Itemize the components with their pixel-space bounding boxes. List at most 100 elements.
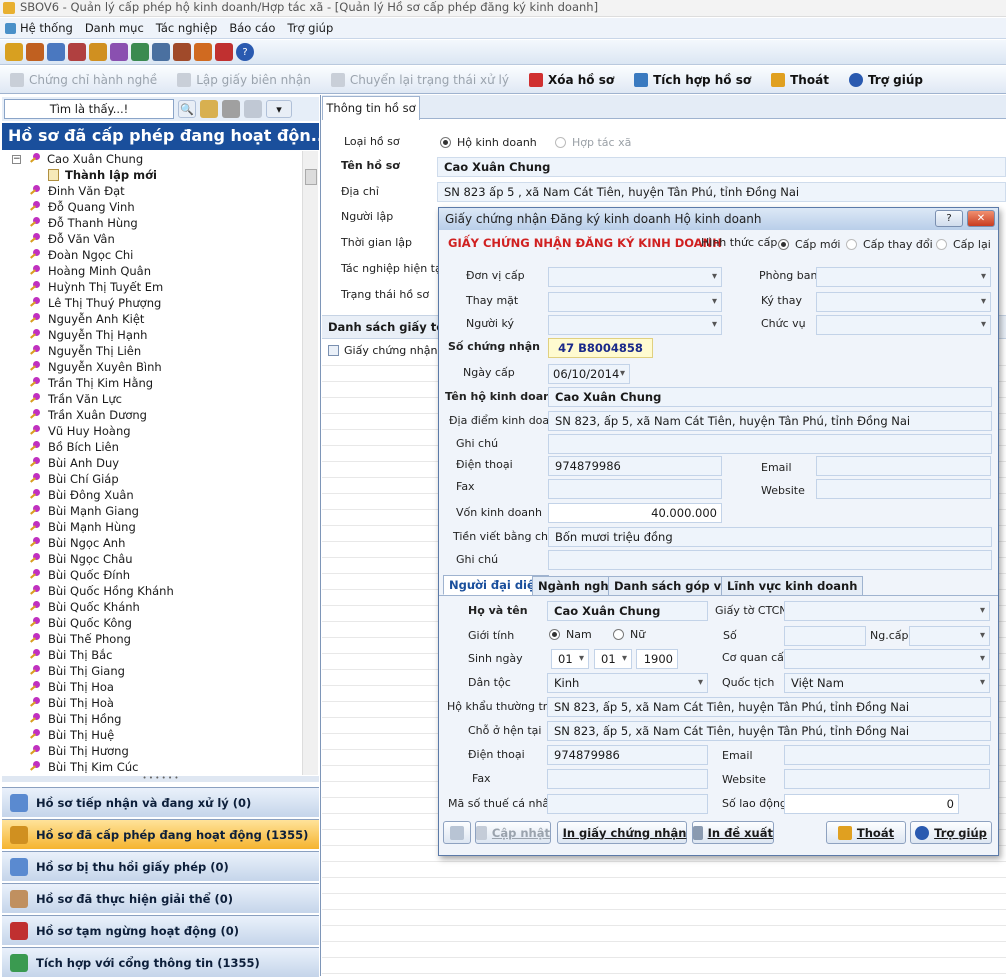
opt-hop-tac-xa[interactable]: Hợp tác xã: [555, 136, 631, 149]
list-icon[interactable]: [244, 100, 262, 118]
don-vi-cap-select[interactable]: [548, 267, 722, 287]
nav-da-cap-phep[interactable]: Hồ sơ đã cấp phép đang hoạt động (1355): [2, 819, 319, 849]
in-de-xuat-button[interactable]: In đề xuất: [692, 821, 774, 844]
ho-ten-field[interactable]: Cao Xuân Chung: [547, 601, 708, 621]
chuyen-lai-button[interactable]: Chuyển lại trạng thái xử lý: [321, 68, 519, 92]
toolbar-icon-9[interactable]: [173, 43, 191, 61]
menu-tac-nghiep[interactable]: Tác nghiệp: [150, 21, 224, 35]
rep-fax-field[interactable]: [547, 769, 708, 789]
dia-chi-field[interactable]: SN 823 ấp 5 , xã Nam Cát Tiên, huyện Tân…: [437, 182, 1006, 202]
tree-item[interactable]: Bùi Ngọc Châu: [2, 551, 304, 567]
website-field[interactable]: [816, 479, 991, 499]
chuc-vu-select[interactable]: [816, 315, 991, 335]
dialog-tro-giup-button[interactable]: Trợ giúp: [910, 821, 992, 844]
toolbar-icon-7[interactable]: [131, 43, 149, 61]
tree-item[interactable]: Bùi Thị Hồng: [2, 711, 304, 727]
email-field[interactable]: [816, 456, 991, 476]
tree-item[interactable]: Bùi Thị Hoa: [2, 679, 304, 695]
quoc-tich-select[interactable]: Việt Nam: [784, 673, 990, 693]
menu-tro-giup[interactable]: Trợ giúp: [281, 21, 339, 35]
nav-tich-hop[interactable]: Tích hợp với cổng thông tin (1355): [2, 947, 319, 977]
tree-item[interactable]: Bùi Thị Hoà: [2, 695, 304, 711]
toolbar-icon-6[interactable]: [110, 43, 128, 61]
tree-item[interactable]: Bùi Đông Xuân: [2, 487, 304, 503]
tree-item[interactable]: Lê Thị Thuý Phượng: [2, 295, 304, 311]
opt-cap-lai[interactable]: Cấp lại: [936, 238, 991, 251]
tro-giup-button[interactable]: Trợ giúp: [839, 68, 933, 92]
tree-child-node[interactable]: Thành lập mới: [2, 167, 304, 183]
tree-item[interactable]: Trần Thị Kim Hằng: [2, 375, 304, 391]
tree-item[interactable]: Đinh Văn Đạt: [2, 183, 304, 199]
toolbar-icon-4[interactable]: [68, 43, 86, 61]
nav-thu-hoi[interactable]: Hồ sơ bị thu hồi giấy phép (0): [2, 851, 319, 881]
opt-nam[interactable]: Nam: [549, 628, 592, 641]
dialog-close-icon[interactable]: ✕: [967, 210, 995, 227]
tree-root-node[interactable]: − Cao Xuân Chung: [2, 151, 304, 167]
ho-khau-field[interactable]: SN 823, ấp 5, xã Nam Cát Tiên, huyện Tân…: [547, 697, 991, 717]
nguoi-ky-select[interactable]: [548, 315, 722, 335]
tree-item[interactable]: Trần Văn Lực: [2, 391, 304, 407]
tien-bang-chu-field[interactable]: Bốn mươi triệu đồng: [548, 527, 992, 547]
toolbar-icon-8[interactable]: [152, 43, 170, 61]
birth-month-select[interactable]: 01: [594, 649, 632, 669]
toolbar-icon-1[interactable]: [5, 43, 23, 61]
lap-giay-button[interactable]: Lập giấy biên nhận: [167, 68, 321, 92]
ghi-chu-field[interactable]: [548, 434, 992, 454]
ng-cap-picker[interactable]: [909, 626, 990, 646]
co-quan-cap-select[interactable]: [784, 649, 990, 669]
tree-item[interactable]: Đoàn Ngọc Chi: [2, 247, 304, 263]
rep-website-field[interactable]: [784, 769, 990, 789]
ky-thay-select[interactable]: [816, 292, 991, 312]
dialog-thoat-button[interactable]: Thoát: [826, 821, 906, 844]
so-chung-nhan-field[interactable]: 47 B8004858: [548, 338, 653, 358]
birth-year-field[interactable]: 1900: [636, 649, 678, 669]
tree-item[interactable]: Bùi Chí Giáp: [2, 471, 304, 487]
user-icon[interactable]: [200, 100, 218, 118]
help-icon[interactable]: ?: [236, 43, 254, 61]
tree-item[interactable]: Nguyễn Thị Liên: [2, 343, 304, 359]
tree-item[interactable]: Huỳnh Thị Tuyết Em: [2, 279, 304, 295]
toolbar-icon-3[interactable]: [47, 43, 65, 61]
mst-field[interactable]: [547, 794, 708, 814]
dien-thoai-field[interactable]: 974879986: [548, 456, 722, 476]
cap-nhat-button[interactable]: Cập nhật: [475, 821, 551, 844]
tree-item[interactable]: Bồ Bích Liên: [2, 439, 304, 455]
tree-scrollbar[interactable]: [302, 151, 318, 775]
tree-item[interactable]: Bùi Thị Kim Cúc: [2, 759, 304, 775]
ten-ho-so-field[interactable]: Cao Xuân Chung: [437, 157, 1006, 177]
search-icon[interactable]: 🔍: [178, 100, 196, 118]
von-kinh-doanh-field[interactable]: 40.000.000: [548, 503, 722, 523]
id-card-icon[interactable]: [222, 100, 240, 118]
giay-to-select[interactable]: [784, 601, 990, 621]
tree-item[interactable]: Đỗ Thanh Hùng: [2, 215, 304, 231]
tree-item[interactable]: Hoàng Minh Quân: [2, 263, 304, 279]
nav-giai-the[interactable]: Hồ sơ đã thực hiện giải thể (0): [2, 883, 319, 913]
tree-item[interactable]: Nguyễn Thị Hạnh: [2, 327, 304, 343]
chung-chi-button[interactable]: Chứng chỉ hành nghề: [0, 68, 167, 92]
nav-tiep-nhan[interactable]: Hồ sơ tiếp nhận và đang xử lý (0): [2, 787, 319, 817]
in-gcn-button[interactable]: In giấy chứng nhận: [557, 821, 687, 844]
tich-hop-button[interactable]: Tích hợp hồ sơ: [624, 68, 761, 92]
nav-tam-ngung[interactable]: Hồ sơ tạm ngừng hoạt động (0): [2, 915, 319, 945]
tree-item[interactable]: Bùi Thị Hương: [2, 743, 304, 759]
menu-danh-muc[interactable]: Danh mục: [79, 21, 150, 35]
dan-toc-select[interactable]: Kinh: [547, 673, 708, 693]
ghi-chu-2-field[interactable]: [548, 550, 992, 570]
thay-mat-select[interactable]: [548, 292, 722, 312]
menu-he-thong[interactable]: Hệ thống: [4, 21, 79, 35]
tree-item[interactable]: Nguyễn Anh Kiệt: [2, 311, 304, 327]
dialog-help-icon[interactable]: ?: [935, 210, 963, 227]
tree-item[interactable]: Bùi Quốc Khánh: [2, 599, 304, 615]
tree-item[interactable]: Bùi Thị Giang: [2, 663, 304, 679]
fax-field[interactable]: [548, 479, 722, 499]
opt-cap-thay-doi[interactable]: Cấp thay đổi: [846, 238, 933, 251]
dia-diem-field[interactable]: SN 823, ấp 5, xã Nam Cát Tiên, huyện Tân…: [548, 411, 992, 431]
view-dropdown-icon[interactable]: ▾: [266, 100, 292, 118]
menu-bao-cao[interactable]: Báo cáo: [223, 21, 281, 35]
xoa-ho-so-button[interactable]: Xóa hồ sơ: [519, 68, 624, 92]
cho-o-field[interactable]: SN 823, ấp 5, xã Nam Cát Tiên, huyện Tân…: [547, 721, 991, 741]
tree-item[interactable]: Bùi Thị Bắc: [2, 647, 304, 663]
toolbar-icon-2[interactable]: [26, 43, 44, 61]
opt-nu[interactable]: Nữ: [613, 628, 645, 641]
tree-item[interactable]: Bùi Quốc Kông: [2, 615, 304, 631]
